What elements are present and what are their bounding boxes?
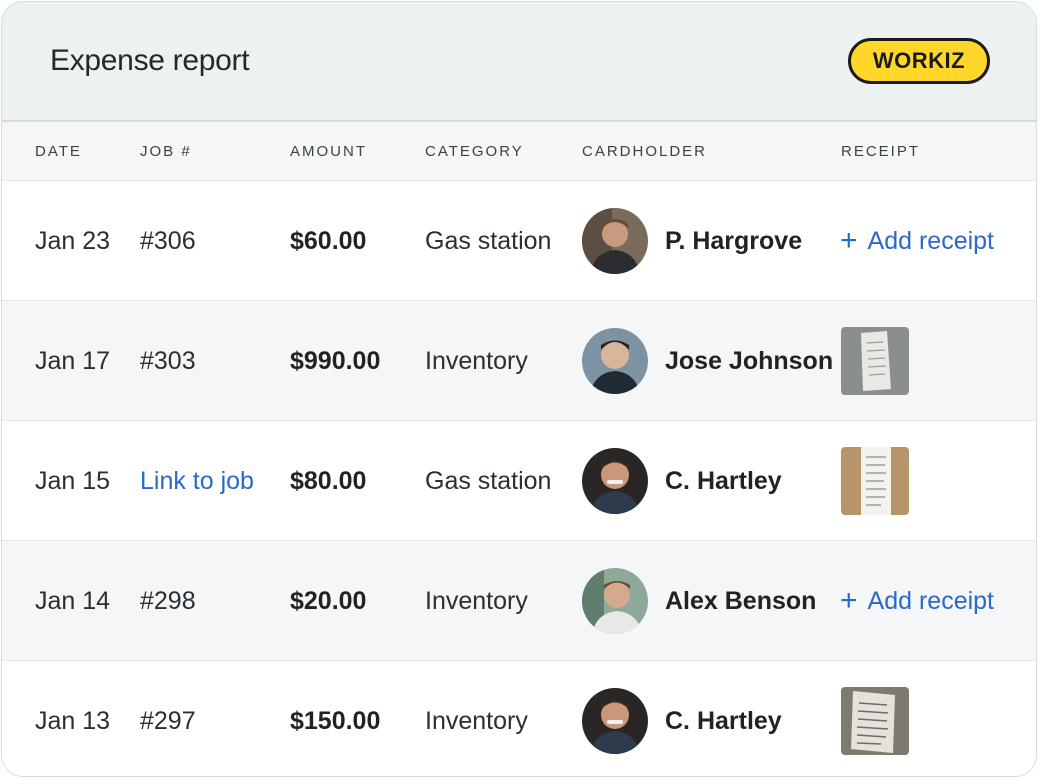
cardholder-name: Jose Johnson [665, 346, 834, 375]
expense-report-card: Expense report WORKIZ DATE JOB # AMOUNT … [1, 1, 1037, 777]
date-cell: Jan 23 [35, 226, 111, 255]
link-to-job[interactable]: Link to job [140, 421, 254, 541]
category-cell: Gas station [425, 466, 552, 495]
cardholder-name: C. Hartley [665, 466, 782, 495]
category-cell: Inventory [425, 706, 528, 735]
cardholder-name: P. Hargrove [665, 226, 803, 255]
table-row[interactable]: Jan 17 #303 $990.00 Inventory Jose Johns… [2, 300, 1036, 420]
category-cell: Inventory [425, 586, 528, 615]
amount-cell: $150.00 [290, 706, 381, 735]
receipt-thumbnail[interactable] [841, 447, 909, 515]
job-number: #303 [140, 346, 196, 375]
column-header-amount[interactable]: AMOUNT [290, 143, 367, 160]
column-header-receipt[interactable]: RECEIPT [841, 143, 920, 160]
table-row[interactable]: Jan 13 #297 $150.00 Inventory C. Hartley [2, 660, 1036, 776]
receipt-thumbnail[interactable] [841, 327, 909, 395]
workiz-logo: WORKIZ [848, 38, 990, 84]
amount-cell: $990.00 [290, 346, 381, 375]
column-header-category[interactable]: CATEGORY [425, 143, 524, 160]
job-number: #306 [140, 226, 196, 255]
amount-cell: $60.00 [290, 226, 367, 255]
avatar [582, 328, 648, 394]
add-receipt-label: Add receipt [867, 226, 994, 255]
add-receipt-button[interactable]: + Add receipt [840, 541, 994, 661]
plus-icon: + [840, 584, 858, 617]
receipt-thumbnail[interactable] [841, 687, 909, 755]
avatar [582, 208, 648, 274]
date-cell: Jan 15 [35, 466, 111, 495]
cardholder-name: Alex Benson [665, 586, 817, 615]
cardholder-name: C. Hartley [665, 706, 782, 735]
amount-cell: $20.00 [290, 586, 367, 615]
avatar [582, 568, 648, 634]
column-header-date[interactable]: DATE [35, 143, 82, 160]
table-header: DATE JOB # AMOUNT CATEGORY CARDHOLDER RE… [2, 122, 1036, 180]
table-row[interactable]: Jan 14 #298 $20.00 Inventory Alex Benson… [2, 540, 1036, 661]
category-cell: Gas station [425, 226, 552, 255]
report-header: Expense report WORKIZ [2, 2, 1036, 122]
add-receipt-label: Add receipt [867, 586, 994, 615]
add-receipt-button[interactable]: + Add receipt [840, 181, 994, 301]
table-row[interactable]: Jan 23 #306 $60.00 Gas station P. Hargro… [2, 180, 1036, 301]
avatar [582, 688, 648, 754]
amount-cell: $80.00 [290, 466, 367, 495]
table-row[interactable]: Jan 15 Link to job $80.00 Gas station C.… [2, 420, 1036, 541]
avatar [582, 448, 648, 514]
date-cell: Jan 13 [35, 706, 111, 735]
category-cell: Inventory [425, 346, 528, 375]
column-header-cardholder[interactable]: CARDHOLDER [582, 143, 707, 160]
date-cell: Jan 14 [35, 586, 111, 615]
job-number: #297 [140, 706, 196, 735]
column-header-job[interactable]: JOB # [140, 143, 192, 160]
date-cell: Jan 17 [35, 346, 111, 375]
job-number: #298 [140, 586, 196, 615]
plus-icon: + [840, 224, 858, 257]
page-title: Expense report [50, 44, 250, 77]
